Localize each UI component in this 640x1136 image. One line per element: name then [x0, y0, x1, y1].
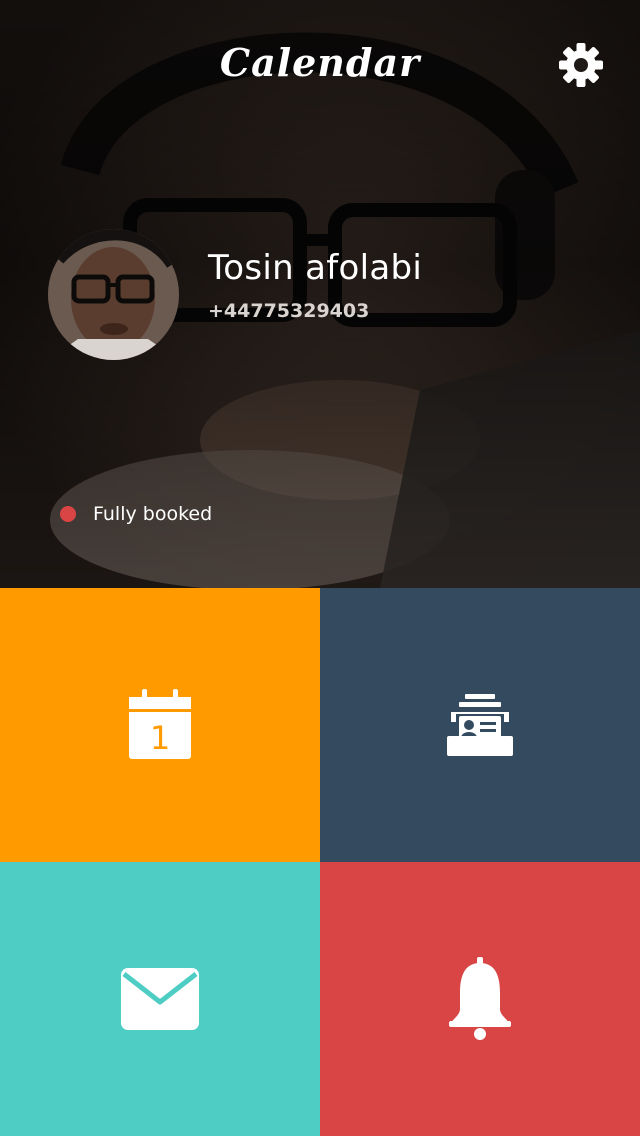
gear-icon: [559, 43, 603, 87]
home-screen: Calendar Tosin afolabi +44775329403 Full…: [0, 0, 640, 1136]
availability-status: Fully booked: [60, 501, 212, 527]
profile-phone: +44775329403: [208, 300, 370, 322]
profile-name: Tosin afolabi: [208, 248, 423, 288]
calendar-tile[interactable]: 1: [0, 588, 320, 862]
bell-icon: [449, 957, 511, 1040]
status-dot-icon: [60, 506, 76, 522]
calendar-icon: 1: [129, 689, 191, 759]
notifications-tile[interactable]: [320, 862, 640, 1136]
settings-button[interactable]: [556, 40, 606, 90]
profile-header: Calendar Tosin afolabi +44775329403 Full…: [0, 0, 640, 588]
calendar-day-number: 1: [150, 719, 170, 757]
contact-cards-icon: [447, 694, 513, 756]
contacts-tile[interactable]: [320, 588, 640, 862]
messages-tile[interactable]: [0, 862, 320, 1136]
status-label: Fully booked: [93, 503, 213, 525]
avatar[interactable]: [48, 229, 179, 360]
envelope-icon: [121, 968, 199, 1030]
app-title: Calendar: [219, 40, 421, 85]
